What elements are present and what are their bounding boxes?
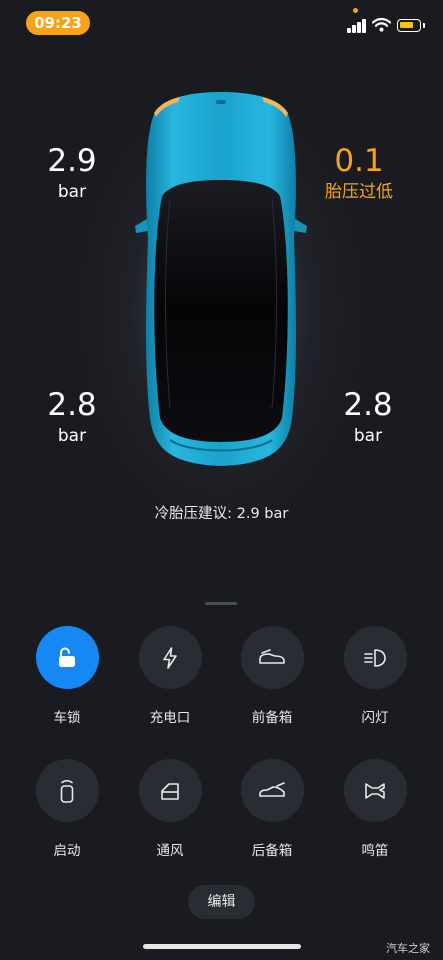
charge-port-button[interactable] [138,626,202,689]
rear-trunk-icon [259,781,285,797]
wifi-icon [372,17,391,32]
control-label: 通风 [156,843,184,859]
unlock-icon [59,647,75,667]
control-label: 启动 [53,843,81,859]
privacy-indicator-dot [353,8,358,13]
control-label: 闪灯 [361,710,389,726]
car-top-view-image [135,92,307,466]
home-indicator[interactable] [143,944,301,949]
control-charge-port[interactable]: 充电口 [125,626,215,726]
remote-start-icon [60,779,74,803]
front-trunk-button[interactable] [240,626,304,689]
cellular-signal-icon [347,19,367,33]
control-label: 后备箱 [251,843,293,859]
drawer-drag-handle[interactable] [205,602,237,605]
edit-button[interactable]: 编辑 [188,885,255,919]
control-front-trunk[interactable]: 前备箱 [227,626,317,726]
tire-rear-left: 2.8 bar [22,387,122,447]
tire-pressure-value: 2.8 [343,387,393,423]
control-label: 充电口 [149,710,191,726]
tire-pressure-unit: bar [57,426,87,446]
control-ventilate[interactable]: 通风 [125,759,215,859]
ventilate-button[interactable] [138,759,202,822]
tire-pressure-warning: 胎压过低 [325,182,393,202]
tire-front-right: 0.1 胎压过低 [309,143,409,203]
horn-button[interactable] [343,759,407,822]
front-trunk-icon [259,648,285,664]
lightning-icon [163,646,177,669]
control-flash-lights[interactable]: 闪灯 [330,626,420,726]
tire-pressure-unit: bar [353,426,383,446]
control-lock[interactable]: 车锁 [22,626,112,726]
headlight-icon [364,648,386,667]
control-label: 车锁 [53,710,81,726]
tire-pressure-unit: bar [57,182,87,202]
rear-trunk-button[interactable] [240,759,304,822]
flash-lights-button[interactable] [343,626,407,689]
window-vent-icon [161,782,179,800]
battery-icon [397,19,425,32]
remote-start-button[interactable] [35,759,99,822]
tire-rear-right: 2.8 bar [318,387,418,447]
control-rear-trunk[interactable]: 后备箱 [227,759,317,859]
control-horn[interactable]: 鸣笛 [330,759,420,859]
tire-pressure-value: 2.9 [47,143,97,179]
control-label: 前备箱 [251,710,293,726]
tire-front-left: 2.9 bar [22,143,122,203]
tire-pressure-value: 2.8 [47,387,97,423]
status-time: 09:23 [26,11,90,35]
horn-icon [365,782,385,799]
recommended-tire-pressure: 冷胎压建议: 2.9 bar [154,506,289,522]
tire-pressure-value: 0.1 [334,143,384,179]
watermark-text: 汽车之家 [386,942,430,955]
lock-button[interactable] [35,626,99,689]
control-label: 鸣笛 [361,843,389,859]
status-bar: 09:23 [0,0,443,46]
control-remote-start[interactable]: 启动 [22,759,112,859]
